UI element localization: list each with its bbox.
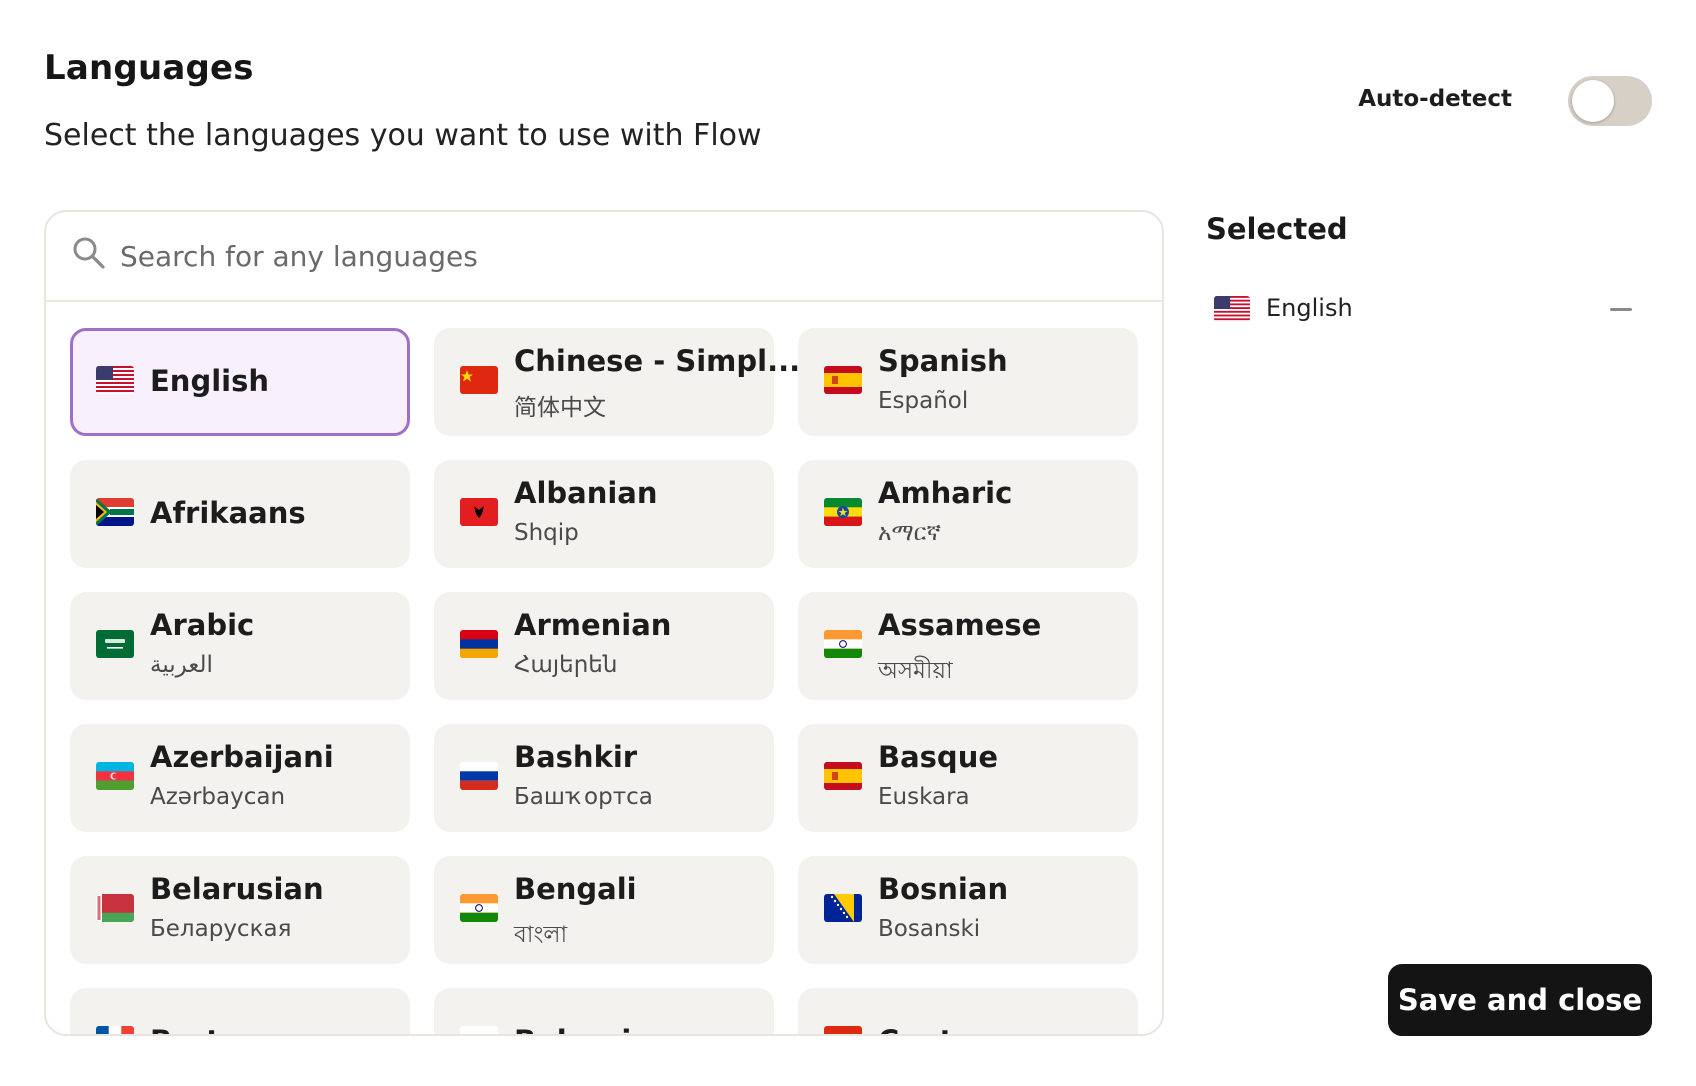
language-card-chinese-simpl[interactable]: Chinese - Simpl... 简体中文 [434,328,800,436]
flag-ru-icon [460,762,498,790]
flag-by-icon [96,894,134,922]
selected-language-item: English [1214,292,1634,328]
language-native-name: অসমীয়া [878,658,953,684]
flag-es-icon [824,762,862,790]
flag-az-icon [96,762,134,790]
flag-sa-icon [96,630,134,658]
flag-am-icon [460,630,498,658]
language-native-name: বাংলা [514,922,568,948]
language-native-name: Bosanski [878,916,981,942]
language-name: Bengali [514,872,637,906]
page-subtitle: Select the languages you want to use wit… [44,118,762,153]
language-card-bulgarian[interactable]: Bulgarian [434,988,774,1034]
search-input[interactable] [120,228,1120,284]
save-and-close-button[interactable]: Save and close [1388,964,1652,1036]
language-native-name: Euskara [878,784,970,810]
language-card-assamese[interactable]: Assamese অসমীয়া [798,592,1138,700]
flag-bg-icon [460,1026,498,1034]
remove-language-button[interactable] [1608,296,1634,324]
language-card-breton[interactable]: Breton [70,988,410,1034]
selected-language-label: English [1266,294,1353,322]
language-name: Breton [150,1024,261,1034]
language-grid: English Chinese - Simpl... 简体中文 Spanish Espa… [70,328,1138,1034]
search-icon [73,237,105,269]
flag-in-icon [824,630,862,658]
selected-heading: Selected [1206,212,1348,246]
language-native-name: العربية [150,652,213,678]
language-name: Amharic [878,476,1013,510]
language-name: Belarusian [150,872,324,906]
auto-detect-label: Auto-detect [1358,86,1512,112]
language-card-belarusian[interactable]: Belarusian Беларуская [70,856,410,964]
language-native-name: Azərbaycan [150,784,286,810]
language-card-english[interactable]: English [70,328,410,436]
language-name: Chinese - Simpl... [514,344,801,378]
language-name: Bashkir [514,740,638,774]
language-card-bashkir[interactable]: Bashkir Башҡортса [434,724,774,832]
language-name: Bulgarian [514,1024,671,1034]
language-name: Albanian [514,476,658,510]
language-card-armenian[interactable]: Armenian Հայերեն [434,592,774,700]
language-picker-panel: English Chinese - Simpl... 简体中文 Spanish Espa… [44,210,1164,1036]
language-name: English [150,364,270,398]
flag-cn-icon [460,366,498,394]
language-name: Arabic [150,608,255,642]
page-title: Languages [44,48,254,88]
language-card-afrikaans[interactable]: Afrikaans [70,460,410,568]
language-native-name: Español [878,388,969,414]
language-card-arabic[interactable]: Arabic العربية [70,592,410,700]
minus-icon [1610,308,1632,311]
language-name: Basque [878,740,999,774]
flag-za-icon [96,498,134,526]
search-bar [46,212,1162,302]
language-card-basque[interactable]: Basque Euskara [798,724,1138,832]
language-name: Azerbaijani [150,740,334,774]
language-name: Cantonese [878,1024,1051,1034]
auto-detect-toggle[interactable] [1568,76,1652,126]
language-native-name: Հայերեն [514,652,618,678]
language-name: Afrikaans [150,496,306,530]
language-name: Bosnian [878,872,1009,906]
language-card-azerbaijani[interactable]: Azerbaijani Azərbaycan [70,724,410,832]
language-card-bengali[interactable]: Bengali বাংলা [434,856,774,964]
flag-hk-icon [824,1026,862,1034]
language-name: Assamese [878,608,1042,642]
language-card-spanish[interactable]: Spanish Español [798,328,1138,436]
flag-us-icon [1214,296,1250,322]
flag-in-icon [460,894,498,922]
flag-es-icon [824,366,862,394]
language-card-albanian[interactable]: Albanian Shqip [434,460,774,568]
flag-ba-icon [824,894,862,922]
language-card-bosnian[interactable]: Bosnian Bosanski [798,856,1138,964]
flag-us-icon [96,366,134,394]
language-native-name: አማርኛ [878,520,941,546]
toggle-knob [1572,80,1614,122]
language-card-cantonese[interactable]: Cantonese [798,988,1138,1034]
language-native-name: 简体中文 [514,395,606,421]
language-name: Spanish [878,344,1008,378]
flag-fr-icon [96,1026,134,1034]
language-native-name: Беларуская [150,916,292,942]
flag-et-icon [824,498,862,526]
language-native-name: Башҡортса [514,784,653,810]
flag-al-icon [460,498,498,526]
language-native-name: Shqip [514,520,579,546]
languages-dialog: Languages Select the languages you want … [0,0,1696,1086]
language-name: Armenian [514,608,672,642]
language-card-amharic[interactable]: Amharic አማርኛ [798,460,1138,568]
